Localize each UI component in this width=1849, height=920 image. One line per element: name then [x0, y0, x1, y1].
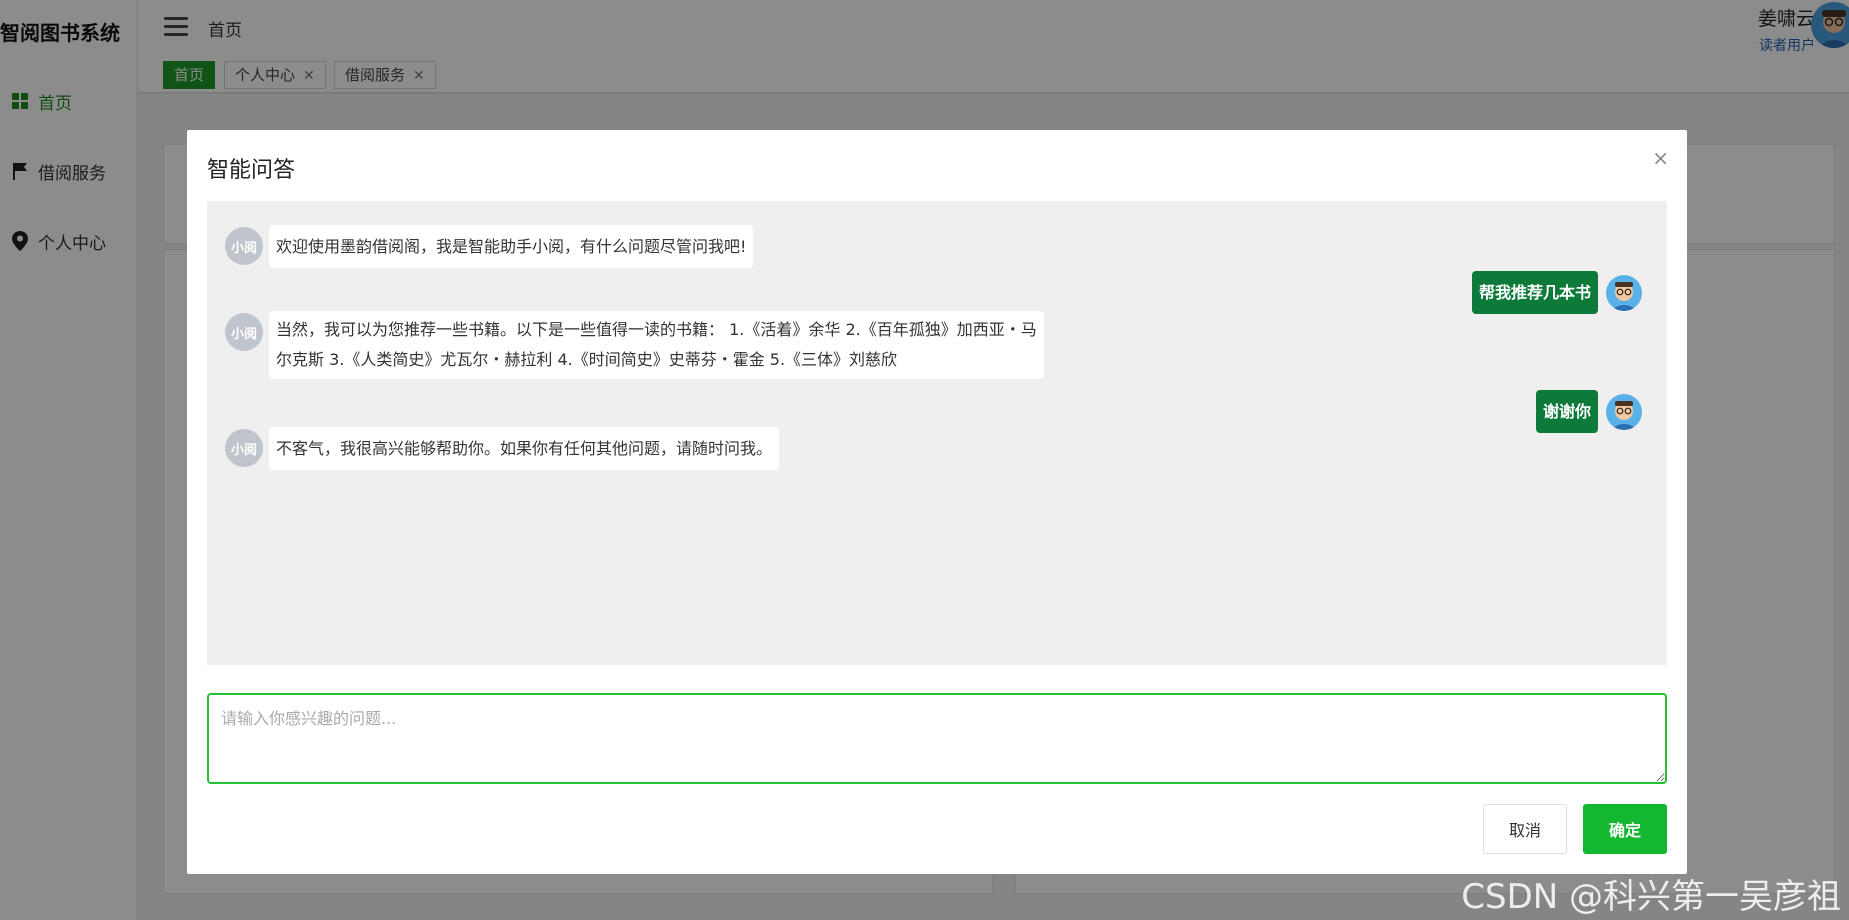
question-input[interactable] [207, 693, 1667, 784]
user-message: 帮我推荐几本书 [1471, 271, 1642, 314]
message-line: 当然，我可以为您推荐一些书籍。以下是一些值得一读的书籍： 1.《活着》余华 2.… [276, 320, 1037, 339]
message-text: 谢谢你 [1535, 390, 1598, 433]
bot-message: 小阅 不客气，我很高兴能够帮助你。如果你有任何其他问题，请随时问我。 [225, 427, 780, 470]
qa-dialog: 智能问答 × 小阅 欢迎使用墨韵借阅阁，我是智能助手小阅，有什么问题尽管问我吧!… [187, 130, 1687, 874]
message-line: 尔克斯 3.《人类简史》尤瓦尔・赫拉利 4.《时间简史》史蒂芬・霍金 5.《三体… [276, 350, 898, 369]
cancel-button[interactable]: 取消 [1483, 804, 1567, 854]
watermark: CSDN @科兴第一吴彦祖 [1461, 877, 1841, 917]
message-text: 帮我推荐几本书 [1471, 271, 1598, 314]
bot-avatar: 小阅 [225, 227, 263, 265]
user-message: 谢谢你 [1535, 390, 1642, 433]
dialog-title: 智能问答 [207, 158, 296, 183]
avatar [1606, 393, 1642, 430]
bot-message: 小阅 欢迎使用墨韵借阅阁，我是智能助手小阅，有什么问题尽管问我吧! [225, 225, 754, 268]
bot-message: 小阅 当然，我可以为您推荐一些书籍。以下是一些值得一读的书籍： 1.《活着》余华… [225, 311, 1044, 379]
bot-avatar: 小阅 [225, 313, 263, 351]
message-text: 欢迎使用墨韵借阅阁，我是智能助手小阅，有什么问题尽管问我吧! [269, 225, 754, 268]
chat-history[interactable]: 小阅 欢迎使用墨韵借阅阁，我是智能助手小阅，有什么问题尽管问我吧! 帮我推荐几本… [207, 201, 1667, 665]
message-text: 当然，我可以为您推荐一些书籍。以下是一些值得一读的书籍： 1.《活着》余华 2.… [269, 311, 1044, 379]
close-icon[interactable]: × [1652, 146, 1669, 170]
avatar [1606, 274, 1642, 311]
message-text: 不客气，我很高兴能够帮助你。如果你有任何其他问题，请随时问我。 [269, 427, 780, 470]
confirm-button[interactable]: 确定 [1583, 804, 1667, 854]
bot-avatar: 小阅 [225, 429, 263, 467]
